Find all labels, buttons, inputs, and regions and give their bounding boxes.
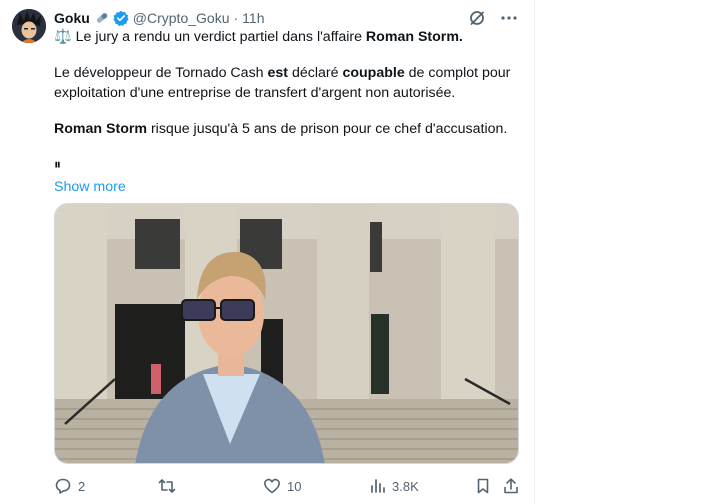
tweet-header: Goku @Crypto_Goku · 11h bbox=[54, 9, 264, 27]
like-count: 10 bbox=[287, 478, 302, 494]
tweet-photo[interactable] bbox=[54, 203, 519, 464]
author-handle[interactable]: @Crypto_Goku bbox=[133, 10, 230, 26]
repost-button[interactable] bbox=[158, 476, 182, 496]
like-button[interactable]: 10 bbox=[263, 476, 301, 496]
text-segment: de complot pour bbox=[404, 65, 511, 81]
share-icon bbox=[502, 477, 520, 495]
text-segment: Le développeur de Tornado Cash bbox=[54, 65, 268, 81]
scales-emoji: ⚖️ bbox=[54, 29, 72, 45]
verified-badge-icon[interactable] bbox=[113, 10, 129, 26]
text-segment: déclaré bbox=[288, 65, 343, 81]
tweet-card[interactable]: Goku @Crypto_Goku · 11h ⚖️ Le jury a ren… bbox=[0, 0, 535, 504]
bookmark-button[interactable] bbox=[474, 476, 492, 496]
right-panel bbox=[535, 0, 709, 504]
views-count: 3.8K bbox=[392, 478, 419, 494]
tweet-text: ⚖️ Le jury a rendu un verdict partiel da… bbox=[54, 27, 519, 197]
text-bold: est bbox=[267, 65, 289, 81]
tweet-actions: 2 10 3.8K bbox=[54, 476, 519, 496]
show-more-link[interactable]: Show more bbox=[54, 177, 519, 197]
share-button[interactable] bbox=[502, 476, 520, 496]
text-segment: risque jusqu'à 5 ans de prison pour ce c… bbox=[147, 121, 508, 137]
text-bold: coupable bbox=[342, 65, 405, 81]
avatar[interactable] bbox=[12, 9, 46, 43]
pill-icon bbox=[94, 10, 110, 26]
like-icon bbox=[263, 477, 281, 495]
header-actions bbox=[468, 9, 518, 27]
pause-glyph: ⏸ bbox=[54, 157, 62, 173]
text-bold: Roman Storm bbox=[54, 121, 148, 137]
text-bold: Roman Storm. bbox=[365, 29, 463, 45]
text-line-3: exploitation d'une entreprise de transfe… bbox=[54, 85, 456, 101]
reply-icon bbox=[54, 477, 72, 495]
bookmark-icon bbox=[474, 477, 492, 495]
views-icon bbox=[370, 478, 386, 494]
text-line-2: Le développeur de Tornado Cash est décla… bbox=[54, 63, 519, 83]
repost-icon bbox=[158, 477, 176, 495]
text-line-1: ⚖️ Le jury a rendu un verdict partiel da… bbox=[54, 27, 519, 47]
text-line-4: Roman Storm risque jusqu'à 5 ans de pris… bbox=[54, 119, 519, 139]
views-button[interactable]: 3.8K bbox=[370, 476, 419, 496]
separator-dot: · bbox=[233, 10, 239, 26]
more-icon[interactable] bbox=[500, 9, 518, 27]
grok-icon[interactable] bbox=[468, 9, 486, 27]
reply-count: 2 bbox=[78, 478, 86, 494]
author-name[interactable]: Goku bbox=[54, 10, 90, 26]
text-segment: Le jury a rendu un verdict partiel dans … bbox=[71, 29, 366, 45]
reply-button[interactable]: 2 bbox=[54, 476, 85, 496]
timestamp[interactable]: 11h bbox=[242, 10, 264, 26]
